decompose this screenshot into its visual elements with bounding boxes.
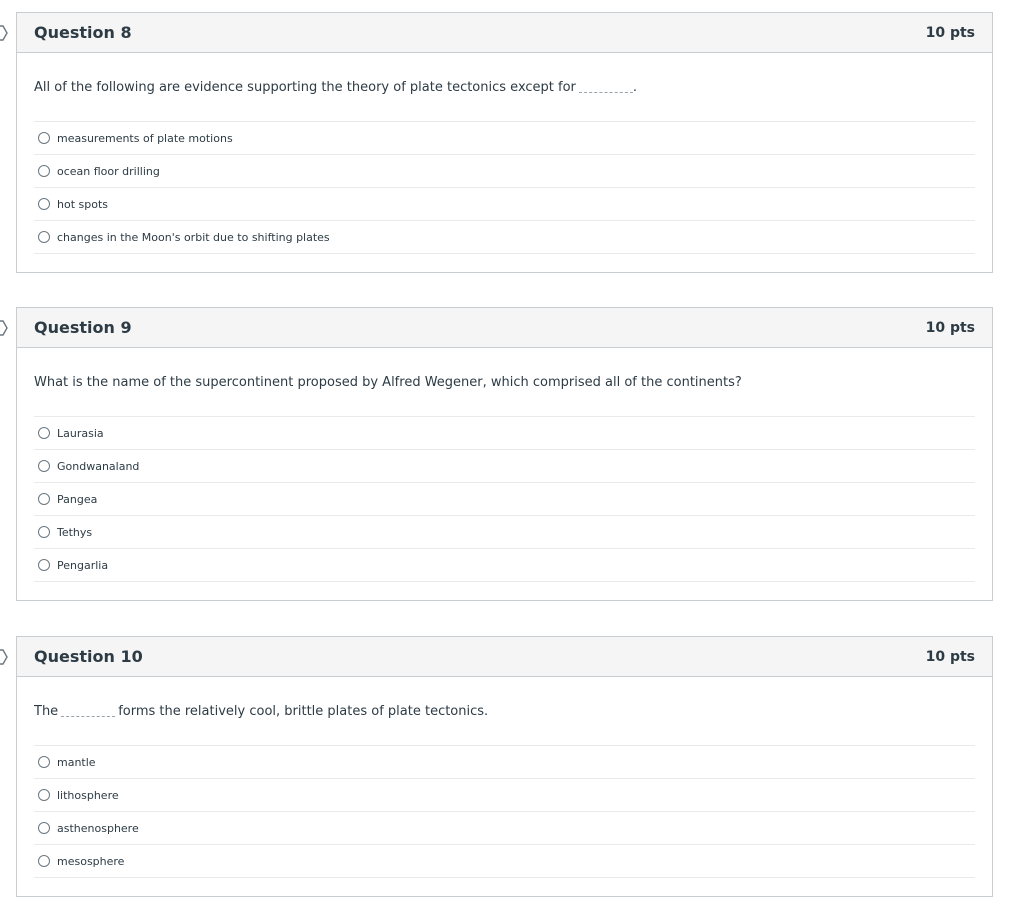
question-points: 10 pts: [925, 24, 975, 41]
question-8-card: Question 8 10 pts All of the following a…: [0, 12, 993, 273]
question-text-part: All of the following are evidence suppor…: [34, 79, 576, 95]
question-text: All of the following are evidence suppor…: [34, 53, 975, 121]
question-header: Question 9 10 pts: [17, 308, 992, 348]
answer-option[interactable]: Pangea: [34, 483, 975, 516]
radio-button[interactable]: [38, 493, 50, 505]
answer-label: Pangea: [57, 492, 98, 506]
answer-label: Gondwanaland: [57, 459, 140, 473]
question-body: What is the name of the supercontinent p…: [17, 348, 992, 600]
answer-label: mantle: [57, 755, 96, 769]
question-text: What is the name of the supercontinent p…: [34, 348, 975, 416]
radio-button[interactable]: [38, 756, 50, 768]
question-9-card: Question 9 10 pts What is the name of th…: [0, 307, 993, 601]
answer-label: lithosphere: [57, 788, 119, 802]
quiz-page: Question 8 10 pts All of the following a…: [0, 0, 1024, 916]
radio-button[interactable]: [38, 855, 50, 867]
answer-label: changes in the Moon's orbit due to shift…: [57, 230, 330, 244]
answer-option[interactable]: Tethys: [34, 516, 975, 549]
flag-question-icon[interactable]: [0, 649, 11, 665]
question-text-part: .: [632, 79, 638, 95]
radio-button[interactable]: [38, 427, 50, 439]
question-footer: [34, 254, 975, 272]
answer-list: Laurasia Gondwanaland Pangea Tethys Peng…: [34, 416, 975, 582]
answer-label: measurements of plate motions: [57, 131, 233, 145]
answer-label: Tethys: [57, 525, 93, 539]
answer-option[interactable]: hot spots: [34, 188, 975, 221]
answer-option[interactable]: mesosphere: [34, 845, 975, 878]
question-body: All of the following are evidence suppor…: [17, 53, 992, 272]
question-header: Question 8 10 pts: [17, 13, 992, 53]
flag-question-icon[interactable]: [0, 320, 11, 336]
question-text-part: What is the name of the supercontinent p…: [34, 374, 742, 390]
answer-option[interactable]: Laurasia: [34, 417, 975, 450]
radio-button[interactable]: [38, 165, 50, 177]
question-footer: [34, 582, 975, 600]
question-text: The forms the relatively cool, brittle p…: [34, 677, 975, 745]
answer-option[interactable]: lithosphere: [34, 779, 975, 812]
question-text-part: The: [34, 703, 59, 719]
answer-option[interactable]: changes in the Moon's orbit due to shift…: [34, 221, 975, 254]
question-points: 10 pts: [925, 648, 975, 665]
question-title: Question 8: [34, 23, 132, 42]
fill-in-blank: [578, 82, 633, 93]
radio-button[interactable]: [38, 526, 50, 538]
question-points: 10 pts: [925, 319, 975, 336]
answer-list: mantle lithosphere asthenosphere mesosph…: [34, 745, 975, 878]
answer-option[interactable]: ocean floor drilling: [34, 155, 975, 188]
question-footer: [34, 878, 975, 896]
radio-button[interactable]: [38, 822, 50, 834]
radio-button[interactable]: [38, 132, 50, 144]
question-body: The forms the relatively cool, brittle p…: [17, 677, 992, 896]
fill-in-blank: [61, 706, 116, 717]
radio-button[interactable]: [38, 460, 50, 472]
question-10-card: Question 10 10 pts The forms the relativ…: [0, 636, 993, 897]
radio-button[interactable]: [38, 559, 50, 571]
question-title: Question 10: [34, 647, 143, 666]
answer-label: mesosphere: [57, 854, 125, 868]
answer-label: asthenosphere: [57, 821, 139, 835]
answer-list: measurements of plate motions ocean floo…: [34, 121, 975, 254]
answer-label: Pengarlia: [57, 558, 109, 572]
answer-option[interactable]: Gondwanaland: [34, 450, 975, 483]
question-title: Question 9: [34, 318, 132, 337]
radio-button[interactable]: [38, 198, 50, 210]
question-text-part: forms the relatively cool, brittle plate…: [118, 703, 489, 719]
answer-option[interactable]: measurements of plate motions: [34, 122, 975, 155]
answer-label: hot spots: [57, 197, 108, 211]
flag-question-icon[interactable]: [0, 25, 11, 41]
answer-label: Laurasia: [57, 426, 104, 440]
answer-option[interactable]: Pengarlia: [34, 549, 975, 582]
answer-option[interactable]: asthenosphere: [34, 812, 975, 845]
radio-button[interactable]: [38, 231, 50, 243]
radio-button[interactable]: [38, 789, 50, 801]
answer-label: ocean floor drilling: [57, 164, 160, 178]
question-header: Question 10 10 pts: [17, 637, 992, 677]
answer-option[interactable]: mantle: [34, 746, 975, 779]
